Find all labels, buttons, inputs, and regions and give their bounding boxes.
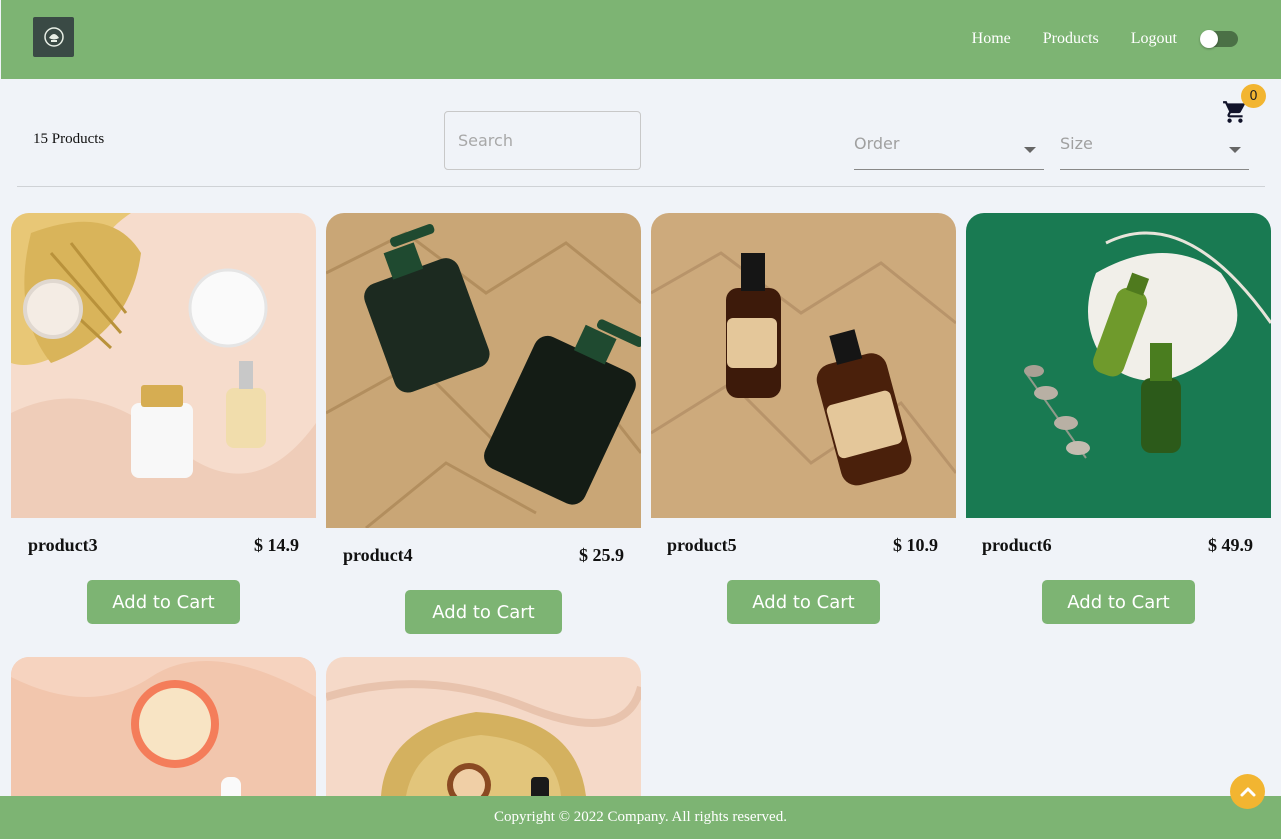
search-input[interactable] [444, 111, 641, 170]
product-photo [11, 657, 316, 796]
add-to-cart-button[interactable]: Add to Cart [405, 590, 562, 634]
cart-count-badge: 0 [1241, 84, 1266, 108]
product-price: $ 14.9 [254, 535, 299, 555]
product-image[interactable] [326, 213, 641, 528]
nav-products[interactable]: Products [1043, 30, 1099, 48]
toolbar-divider [17, 186, 1265, 187]
nav-logout[interactable]: Logout [1131, 30, 1177, 48]
chevron-down-icon [1024, 147, 1036, 153]
product4-photo [326, 213, 641, 528]
add-to-cart-button[interactable]: Add to Cart [87, 580, 240, 624]
logo[interactable] [33, 17, 74, 57]
size-select-label: Size [1060, 134, 1093, 153]
product-name: product6 [982, 535, 1052, 555]
product-image[interactable] [11, 213, 316, 518]
size-select[interactable]: Size [1060, 130, 1249, 170]
product-name: product3 [28, 535, 98, 555]
product-image[interactable] [11, 657, 316, 796]
product-card [11, 657, 316, 796]
leaf-icon [43, 27, 64, 47]
footer: Copyright © 2022 Company. All rights res… [0, 796, 1281, 839]
product-name: product5 [667, 535, 737, 555]
product-card [326, 657, 641, 796]
product-image[interactable] [966, 213, 1271, 518]
main-nav: Home Products Logout [972, 30, 1177, 48]
theme-toggle[interactable] [1200, 30, 1238, 48]
scroll-to-top-button[interactable] [1230, 774, 1265, 809]
toggle-knob [1200, 30, 1218, 48]
add-to-cart-button[interactable]: Add to Cart [727, 580, 880, 624]
top-navbar: Home Products Logout [1, 0, 1281, 79]
product-name: product4 [343, 545, 413, 565]
product-count: 15 Products [33, 131, 105, 147]
product-image[interactable] [651, 213, 956, 518]
product3-photo [11, 213, 316, 518]
add-to-cart-button[interactable]: Add to Cart [1042, 580, 1195, 624]
copyright-text: Copyright © 2022 Company. All rights res… [494, 809, 787, 825]
product-card: product6 $ 49.9 Add to Cart [966, 213, 1271, 624]
nav-home[interactable]: Home [972, 30, 1011, 48]
chevron-down-icon [1229, 147, 1241, 153]
product6-photo [966, 213, 1271, 518]
product-price: $ 49.9 [1208, 535, 1253, 555]
product-card: product5 $ 10.9 Add to Cart [651, 213, 956, 624]
product-card: product3 $ 14.9 Add to Cart [11, 213, 316, 624]
product5-photo [651, 213, 956, 518]
order-select-label: Order [854, 134, 900, 153]
product-image[interactable] [326, 657, 641, 796]
chevron-up-icon [1240, 787, 1255, 796]
product-price: $ 25.9 [579, 545, 624, 565]
product-price: $ 10.9 [893, 535, 938, 555]
order-select[interactable]: Order [854, 130, 1044, 170]
product-photo [326, 657, 641, 796]
product-card: product4 $ 25.9 Add to Cart [326, 213, 641, 634]
